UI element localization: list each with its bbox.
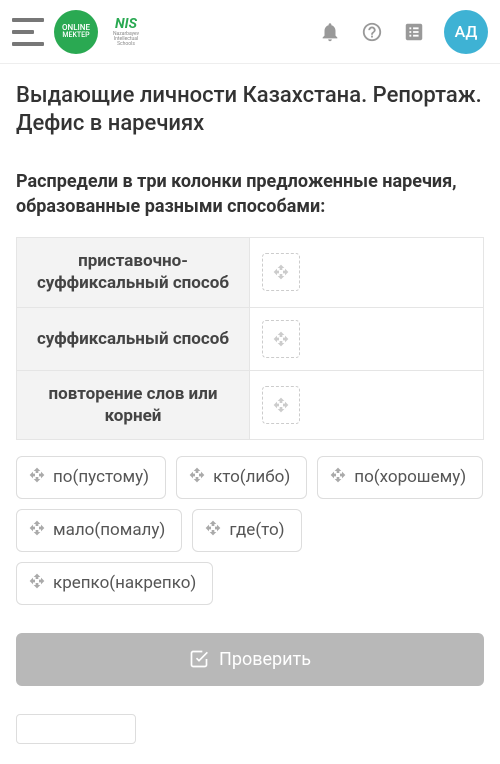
logo-nis-text: NIS [115,16,137,32]
help-icon[interactable] [360,20,384,44]
content: Выдающие личности Казахстана. Репортаж. … [0,64,500,744]
check-label: Проверить [219,649,311,670]
chip-label: по(хорошему) [354,467,466,487]
logo-om-line2: MEKTEP [62,32,89,39]
row-label: суффиксальный способ [17,308,250,370]
app-header: ONLINE MEKTEP NIS Nazarbayev Intellectua… [0,0,500,64]
drop-zone[interactable] [250,238,483,306]
logo-online-mektep[interactable]: ONLINE MEKTEP [54,10,98,54]
categorize-table: приставочно-суффиксальный способ суффикс… [16,237,484,439]
table-row: приставочно-суффиксальный способ [17,238,483,307]
chip-label: крепко(накрепко) [53,573,196,593]
chip-label: кто(либо) [213,467,290,487]
drop-target[interactable] [262,253,300,291]
move-icon [29,467,45,488]
table-row: суффиксальный способ [17,308,483,371]
chip[interactable]: мало(помалу) [16,509,182,552]
chip[interactable]: кто(либо) [176,456,307,499]
move-icon [273,331,289,347]
bell-icon[interactable] [318,20,342,44]
logo-nis-sub: Nazarbayev Intellectual Schools [108,32,144,47]
chip-label: по(пустому) [53,467,149,487]
move-icon [273,264,289,280]
drop-zone[interactable] [250,371,483,439]
header-left: ONLINE MEKTEP NIS Nazarbayev Intellectua… [12,10,144,54]
chip[interactable]: крепко(накрепко) [16,562,213,605]
chip[interactable]: по(хорошему) [317,456,483,499]
page-title: Выдающие личности Казахстана. Репортаж. … [16,82,484,137]
drop-target[interactable] [262,386,300,424]
check-icon [189,649,209,669]
list-icon[interactable] [402,20,426,44]
drop-zone[interactable] [250,308,483,370]
row-label: приставочно-суффиксальный способ [17,238,250,306]
table-row: повторение слов или корней [17,371,483,439]
drop-target[interactable] [262,320,300,358]
partial-element [16,714,136,744]
instruction: Распредели в три колонки предложенные на… [16,169,484,219]
row-label: повторение слов или корней [17,371,250,439]
chip[interactable]: где(то) [192,509,301,552]
chip-label: мало(помалу) [53,520,165,540]
chip-label: где(то) [229,520,284,540]
avatar-initials: АД [455,22,478,41]
avatar[interactable]: АД [444,10,488,54]
check-button[interactable]: Проверить [16,633,484,686]
logo-nis[interactable]: NIS Nazarbayev Intellectual Schools [108,14,144,50]
move-icon [29,520,45,541]
move-icon [273,397,289,413]
header-right: АД [318,10,488,54]
chip-bank: по(пустому) кто(либо) по(хорошему) мало(… [16,456,484,605]
chip[interactable]: по(пустому) [16,456,166,499]
move-icon [330,467,346,488]
move-icon [189,467,205,488]
move-icon [29,573,45,594]
menu-icon[interactable] [12,18,44,46]
move-icon [205,520,221,541]
